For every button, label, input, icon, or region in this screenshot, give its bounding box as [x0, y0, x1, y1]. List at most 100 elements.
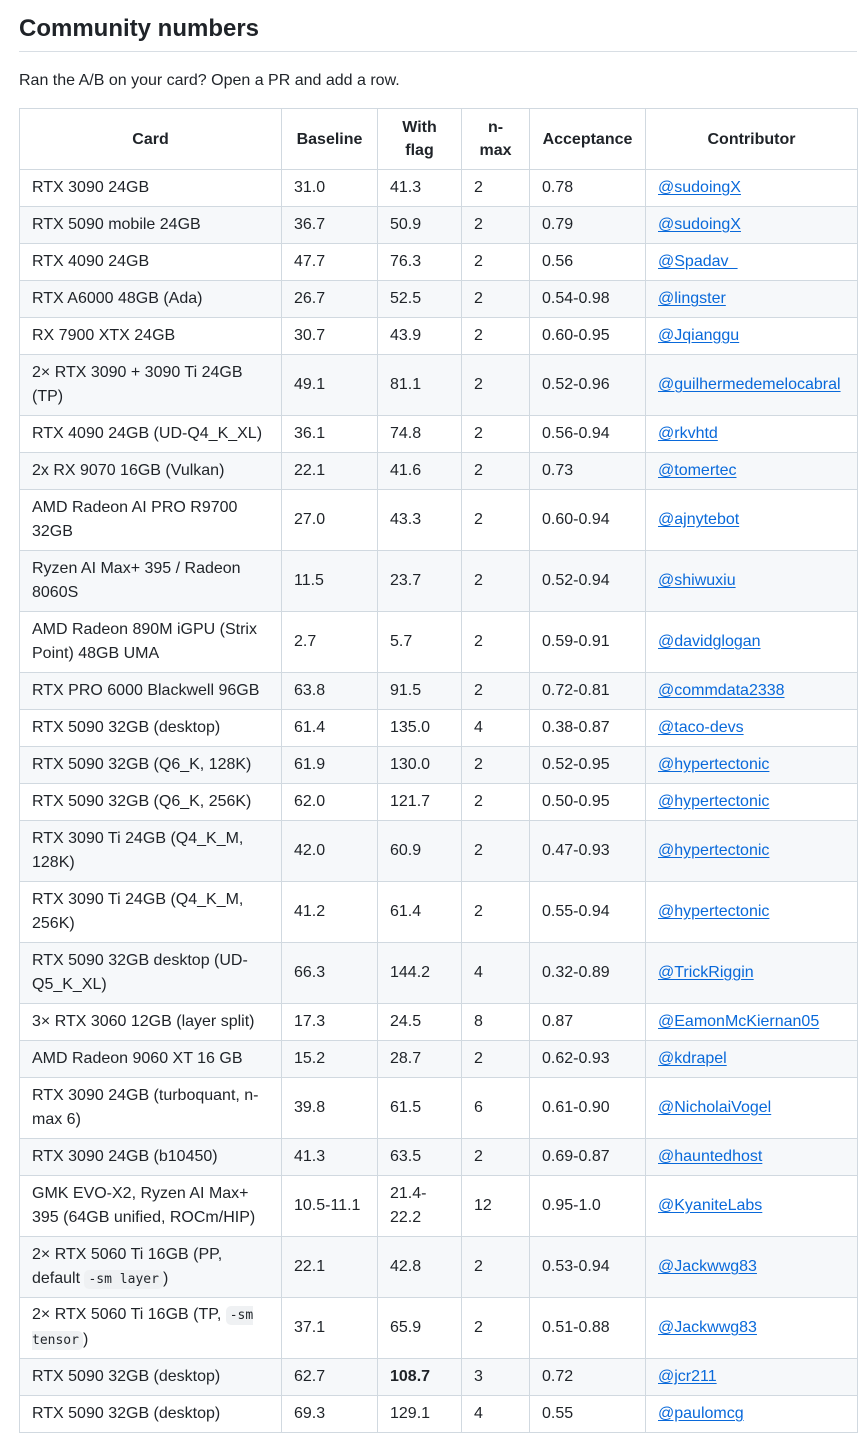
contributor-link[interactable]: @hauntedhost	[658, 1148, 762, 1165]
table-row: RTX 4090 24GB (UD-Q4_K_XL) 36.1 74.8 2 0…	[19, 415, 858, 453]
cell-acceptance: 0.72-0.81	[529, 672, 646, 710]
cell-baseline: 47.7	[281, 243, 378, 281]
cell-with-flag: 61.5	[377, 1077, 462, 1139]
cell-with-flag: 42.8	[377, 1236, 462, 1298]
contributor-link[interactable]: @ajnytebot	[658, 511, 739, 528]
cell-card: 2× RTX 5060 Ti 16GB (PP, default -sm lay…	[19, 1236, 282, 1298]
cell-card: 2x RX 9070 16GB (Vulkan)	[19, 452, 282, 490]
contributor-link[interactable]: @KyaniteLabs	[658, 1197, 762, 1214]
cell-card: RTX 4090 24GB	[19, 243, 282, 281]
contributor-link[interactable]: @EamonMcKiernan05	[658, 1013, 819, 1030]
table-row: RTX 5090 32GB (Q6_K, 128K) 61.9 130.0 2 …	[19, 746, 858, 784]
card-text: 2× RTX 5060 Ti 16GB (TP,	[32, 1306, 226, 1323]
cell-with-flag: 52.5	[377, 280, 462, 318]
cell-with-flag: 5.7	[377, 611, 462, 673]
contributor-link[interactable]: @hypertectonic	[658, 903, 769, 920]
contributor-link[interactable]: @tomertec	[658, 462, 736, 479]
contributor-link[interactable]: @shiwuxiu	[658, 572, 736, 589]
cell-with-flag: 61.4	[377, 881, 462, 943]
cell-contributor: @hypertectonic	[645, 881, 858, 943]
cell-contributor: @ajnytebot	[645, 489, 858, 551]
contributor-link[interactable]: @rkvhtd	[658, 425, 718, 442]
cell-acceptance: 0.51-0.88	[529, 1297, 646, 1359]
cell-n-max: 2	[461, 169, 530, 207]
cell-contributor: @davidglogan	[645, 611, 858, 673]
contributor-link[interactable]: @lingster	[658, 290, 726, 307]
cell-baseline: 41.2	[281, 881, 378, 943]
cell-acceptance: 0.73	[529, 452, 646, 490]
cell-with-flag: 91.5	[377, 672, 462, 710]
cell-card: Ryzen AI Max+ 395 / Radeon 8060S	[19, 550, 282, 612]
cell-contributor: @sudoingX	[645, 169, 858, 207]
contributor-link[interactable]: @paulomcg	[658, 1405, 744, 1422]
header-contributor: Contributor	[645, 108, 858, 170]
contributor-link[interactable]: @taco-devs	[658, 719, 744, 736]
cell-n-max: 2	[461, 280, 530, 318]
table-row: 2x RX 9070 16GB (Vulkan) 22.1 41.6 2 0.7…	[19, 452, 858, 490]
cell-n-max: 8	[461, 1003, 530, 1041]
cell-with-flag: 121.7	[377, 783, 462, 821]
table-row: 2× RTX 5060 Ti 16GB (TP, -sm tensor) 37.…	[19, 1297, 858, 1359]
contributor-link[interactable]: @TrickRiggin	[658, 964, 754, 981]
cell-n-max: 6	[461, 1077, 530, 1139]
cell-with-flag: 81.1	[377, 354, 462, 416]
cell-contributor: @taco-devs	[645, 709, 858, 747]
cell-baseline: 31.0	[281, 169, 378, 207]
contributor-link[interactable]: @sudoingX	[658, 179, 741, 196]
cell-card: RTX 3090 24GB	[19, 169, 282, 207]
table-row: 2× RTX 3090 + 3090 Ti 24GB (TP) 49.1 81.…	[19, 354, 858, 416]
contributor-link[interactable]: @hypertectonic	[658, 756, 769, 773]
card-text-suffix: )	[82, 1331, 89, 1348]
cell-contributor: @shiwuxiu	[645, 550, 858, 612]
cell-n-max: 2	[461, 783, 530, 821]
contributor-link[interactable]: @hypertectonic	[658, 793, 769, 810]
cell-card: RTX 3090 Ti 24GB (Q4_K_M, 256K)	[19, 881, 282, 943]
table-row: RTX 5090 32GB (Q6_K, 256K) 62.0 121.7 2 …	[19, 783, 858, 821]
cell-acceptance: 0.72	[529, 1358, 646, 1396]
cell-contributor: @guilhermedemelocabral	[645, 354, 858, 416]
cell-baseline: 22.1	[281, 452, 378, 490]
cell-acceptance: 0.56	[529, 243, 646, 281]
cell-baseline: 30.7	[281, 317, 378, 355]
cell-acceptance: 0.87	[529, 1003, 646, 1041]
contributor-link[interactable]: @davidglogan	[658, 633, 761, 650]
contributor-link[interactable]: @hypertectonic	[658, 842, 769, 859]
contributor-link[interactable]: @Jqianggu	[658, 327, 739, 344]
cell-card: RTX 5090 32GB (desktop)	[19, 1358, 282, 1396]
table-row: RTX A6000 48GB (Ada) 26.7 52.5 2 0.54-0.…	[19, 280, 858, 318]
cell-n-max: 2	[461, 489, 530, 551]
cell-card: RTX 3090 24GB (turboquant, n-max 6)	[19, 1077, 282, 1139]
cell-acceptance: 0.60-0.94	[529, 489, 646, 551]
cell-card: AMD Radeon 9060 XT 16 GB	[19, 1040, 282, 1078]
cell-with-flag: 28.7	[377, 1040, 462, 1078]
table-row: RTX 3090 Ti 24GB (Q4_K_M, 128K) 42.0 60.…	[19, 820, 858, 882]
cell-with-flag: 108.7	[377, 1358, 462, 1396]
cell-contributor: @kdrapel	[645, 1040, 858, 1078]
table-row: RTX 3090 Ti 24GB (Q4_K_M, 256K) 41.2 61.…	[19, 881, 858, 943]
page: Community numbers Ran the A/B on your ca…	[19, 0, 858, 1433]
cell-n-max: 3	[461, 1358, 530, 1396]
cell-acceptance: 0.55-0.94	[529, 881, 646, 943]
contributor-link[interactable]: @Jackwwg83	[658, 1258, 757, 1275]
contributor-link[interactable]: @sudoingX	[658, 216, 741, 233]
cell-with-flag: 63.5	[377, 1138, 462, 1176]
contributor-link[interactable]: @kdrapel	[658, 1050, 727, 1067]
cell-acceptance: 0.54-0.98	[529, 280, 646, 318]
table-row: RTX 5090 32GB desktop (UD-Q5_K_XL) 66.3 …	[19, 942, 858, 1004]
contributor-link[interactable]: @Jackwwg83	[658, 1319, 757, 1336]
cell-card: 2× RTX 3090 + 3090 Ti 24GB (TP)	[19, 354, 282, 416]
contributor-link[interactable]: @commdata2338	[658, 682, 785, 699]
cell-n-max: 2	[461, 881, 530, 943]
cell-acceptance: 0.78	[529, 169, 646, 207]
cell-n-max: 2	[461, 820, 530, 882]
contributor-link[interactable]: @jcr211	[658, 1368, 717, 1385]
cell-acceptance: 0.60-0.95	[529, 317, 646, 355]
contributor-link[interactable]: @guilhermedemelocabral	[658, 376, 841, 393]
cell-n-max: 2	[461, 746, 530, 784]
table-row: AMD Radeon 9060 XT 16 GB 15.2 28.7 2 0.6…	[19, 1040, 858, 1078]
cell-card: RTX 3090 Ti 24GB (Q4_K_M, 128K)	[19, 820, 282, 882]
cell-baseline: 39.8	[281, 1077, 378, 1139]
table-row: RTX 3090 24GB (b10450) 41.3 63.5 2 0.69-…	[19, 1138, 858, 1176]
contributor-link[interactable]: @NicholaiVogel	[658, 1099, 771, 1116]
contributor-link[interactable]: @Spadav_	[658, 253, 737, 270]
